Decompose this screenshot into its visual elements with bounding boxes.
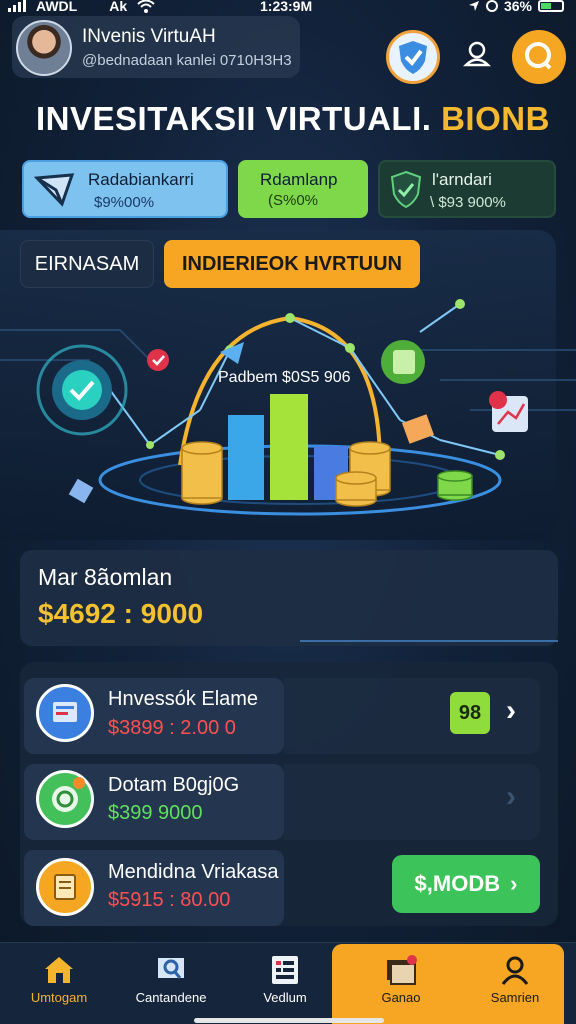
status-time: 1:23:9M xyxy=(260,0,313,14)
chat-button[interactable] xyxy=(512,30,566,84)
hero-value-label: Padbem $0S5 906 xyxy=(218,369,351,386)
profile-card[interactable]: INvenis VirtuAH @bednadaan kanlei 0710H3… xyxy=(12,16,300,78)
page-title-accent: BIONB xyxy=(441,100,550,137)
status-bar: AWDL Ak 1:23:9M 36% xyxy=(0,0,576,16)
stat-1-label: Radabiankarri xyxy=(88,170,194,189)
tab-earn[interactable]: EIRNASAM xyxy=(20,240,154,288)
chevron-right-icon: › xyxy=(510,871,518,896)
list-item-title: Hnvessók Elame xyxy=(108,688,259,710)
location-icon xyxy=(468,1,479,11)
balance-label: Mar 8ãomlan xyxy=(38,564,173,590)
nav-label-cards: Ganao xyxy=(381,990,421,1005)
chevron-right-icon[interactable]: › xyxy=(506,780,516,814)
mode-button[interactable]: $,MODB › xyxy=(392,855,540,913)
alarm-icon xyxy=(485,0,498,12)
divider xyxy=(300,640,558,642)
stat-card-2[interactable]: Rdamlanp (S%0% xyxy=(238,160,368,218)
user-icon xyxy=(462,41,492,67)
list-item-amount: $399 9000 xyxy=(108,802,203,824)
stat-3-value: \ $93 900% xyxy=(430,194,506,211)
list-item-amount-main: $3899 : 2.00 0 xyxy=(108,717,236,739)
nav-label-grid: Vedlum xyxy=(263,990,307,1005)
tab-invest[interactable]: INDIERIEOK HVRTUUN xyxy=(164,240,420,288)
investment-illustration: Padbem $0S5 906 xyxy=(0,299,576,516)
list-item-extension xyxy=(284,764,540,840)
home-indicator[interactable] xyxy=(194,1018,384,1023)
coin-icon xyxy=(36,770,94,828)
signal-icon xyxy=(8,0,26,12)
stat-3-label: l'arndari xyxy=(432,170,492,189)
nav-label-home: Umtogam xyxy=(30,990,88,1005)
count-badge: 98 xyxy=(450,692,490,734)
profile-icon xyxy=(501,956,529,985)
stat-2-value: (S%0% xyxy=(268,192,319,209)
nav-label-search: Cantandene xyxy=(135,990,207,1005)
mode-button-label: $,MODB xyxy=(414,871,501,896)
list-item-amount: $3899 : 2.00 0 xyxy=(108,717,236,740)
stat-2-label: Rdamlanp xyxy=(260,170,338,189)
shield-check-icon xyxy=(390,170,422,209)
page-title-main: INVESITAKSII VIRTUALI. xyxy=(36,100,432,137)
home-icon xyxy=(45,957,73,983)
stat-1-value: $9%00% xyxy=(94,194,155,211)
battery-percent: 36% xyxy=(503,0,532,14)
list-item-amount: $5915 : 80.00 xyxy=(108,889,231,911)
nav-label-profile: Samrien xyxy=(490,990,540,1005)
cards-icon xyxy=(387,955,417,985)
stat-card-3[interactable]: l'arndari \ $93 900% xyxy=(378,160,556,218)
profile-handle: @bednadaan kanlei 0710H3H3 xyxy=(82,52,292,69)
page-title: INVESITAKSII VIRTUALI. BIONB xyxy=(36,100,550,138)
nav-item-profile[interactable]: Samrien xyxy=(460,950,570,1020)
chart-doc-icon xyxy=(36,684,94,742)
send-icon xyxy=(34,173,75,207)
battery-icon xyxy=(538,0,564,12)
avatar[interactable] xyxy=(16,20,72,76)
shield-button[interactable] xyxy=(386,30,440,84)
balance-value: $4692 : 9000 xyxy=(38,598,204,629)
wifi-icon xyxy=(137,0,155,13)
nav-item-grid[interactable]: Vedlum xyxy=(230,950,340,1020)
document-icon xyxy=(36,858,94,916)
user-button[interactable] xyxy=(450,30,504,84)
list-item-title: Dotam B0gj0G xyxy=(108,774,240,796)
nav-item-cards[interactable]: Ganao xyxy=(346,950,456,1020)
carrier-label: AWDL xyxy=(36,0,78,14)
chat-icon xyxy=(525,42,552,70)
status-extra: Ak xyxy=(109,0,128,14)
balance-card: Mar 8ãomlan $4692 : 9000 xyxy=(20,550,558,646)
shield-check-icon xyxy=(399,41,427,74)
profile-name: INvenis VirtuAH xyxy=(82,26,216,47)
list-item-title: Mendidna Vriakasa xyxy=(108,861,279,883)
nav-item-home[interactable]: Umtogam xyxy=(4,950,114,1020)
chevron-right-icon[interactable]: › xyxy=(506,694,516,728)
nav-item-search[interactable]: Cantandene xyxy=(116,950,226,1020)
search-icon xyxy=(158,958,184,979)
list-item-extension xyxy=(284,678,540,754)
grid-icon xyxy=(272,956,298,984)
stat-card-1[interactable]: Radabiankarri $9%00% xyxy=(22,160,228,218)
